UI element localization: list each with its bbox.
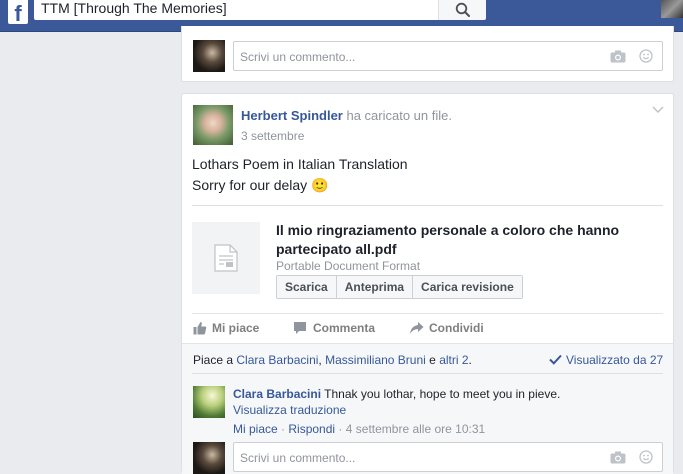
likes-sep1: ,	[318, 353, 322, 367]
post-action: ha caricato un file.	[346, 108, 452, 123]
attachment-divider	[192, 205, 663, 206]
search-icon	[455, 2, 470, 17]
commenter-avatar[interactable]	[193, 40, 225, 72]
chevron-down-icon[interactable]	[652, 106, 664, 114]
likes-end: .	[468, 353, 472, 367]
document-icon	[214, 244, 238, 272]
facebook-logo[interactable]: f	[8, 0, 28, 24]
comment-time[interactable]: 4 settembre alle ore 10:31	[346, 422, 485, 436]
search-button[interactable]	[438, 0, 486, 20]
liker-link-2[interactable]: Massimiliano Bruni	[325, 353, 426, 367]
comment-input[interactable]: Scrivi un commento...	[233, 41, 663, 71]
comment-like-link[interactable]: Mi piace	[233, 422, 278, 436]
speech-bubble-icon	[294, 322, 306, 334]
thumbs-up-icon	[193, 322, 207, 335]
smiley-icon[interactable]	[639, 49, 653, 63]
comment-dot-2: ·	[338, 422, 343, 436]
comment-dot-1: ·	[281, 422, 286, 436]
smiley-icon[interactable]	[639, 450, 653, 464]
smile-emoji-icon: 🙂	[311, 177, 329, 193]
comment-author-avatar[interactable]	[193, 386, 225, 418]
comment-placeholder: Scrivi un commento...	[240, 50, 356, 64]
file-title[interactable]: Il mio ringraziamento personale a coloro…	[276, 221, 656, 259]
social-section: Piace a Clara Barbacini, Massimiliano Br…	[182, 343, 673, 474]
like-label: Mi piace	[212, 321, 260, 335]
checkmark-icon	[549, 354, 562, 365]
upload-revision-button[interactable]: Carica revisione	[413, 276, 522, 298]
author-avatar[interactable]	[193, 105, 233, 145]
seen-label: Visualizzato da 27	[566, 353, 664, 367]
previous-post-card: Scrivi un commento...	[181, 26, 674, 82]
post-text-line2: Sorry for our delay 🙂	[192, 175, 329, 195]
likes-sep2: e	[429, 353, 436, 367]
comment-author[interactable]: Clara Barbacini	[233, 387, 321, 401]
camera-icon[interactable]	[610, 50, 626, 63]
liker-link-others[interactable]: altri 2	[439, 353, 468, 367]
comment-reply-link[interactable]: Rispondi	[288, 422, 335, 436]
comment-label: Commenta	[313, 321, 376, 335]
file-thumbnail[interactable]	[192, 222, 260, 294]
actions-divider	[192, 313, 663, 314]
file-type: Portable Document Format	[276, 259, 421, 273]
author-name[interactable]: Herbert Spindler	[241, 108, 343, 123]
commenter-avatar-bottom[interactable]	[193, 442, 225, 474]
profile-avatar[interactable]	[661, 0, 683, 18]
liker-link-1[interactable]: Clara Barbacini	[236, 353, 318, 367]
translate-link[interactable]: Visualizza traduzione	[233, 403, 346, 417]
post-date[interactable]: 3 settembre	[241, 129, 304, 143]
search-input[interactable]: TTM [Through The Memories]	[34, 0, 438, 20]
post-header: Herbert Spindler ha caricato un file.	[241, 108, 452, 123]
camera-icon[interactable]	[610, 451, 626, 464]
comment-body: Clara Barbacini Thnak you lothar, hope t…	[233, 386, 653, 418]
comment-text: Thnak you lothar, hope to meet you in pi…	[324, 387, 561, 401]
social-divider	[192, 373, 663, 374]
preview-button[interactable]: Anteprima	[336, 276, 414, 298]
post-text-line2-text: Sorry for our delay	[192, 177, 308, 193]
comment-input-bottom[interactable]: Scrivi un commento...	[233, 442, 663, 472]
seen-by[interactable]: Visualizzato da 27	[549, 353, 663, 367]
share-arrow-icon	[410, 322, 424, 334]
comment-meta: Mi piace · Rispondi · 4 settembre alle o…	[233, 422, 485, 436]
likes-summary: Piace a Clara Barbacini, Massimiliano Br…	[193, 353, 472, 367]
share-label: Condividi	[429, 321, 484, 335]
file-button-group: Scarica Anteprima Carica revisione	[276, 275, 523, 299]
post-card: Herbert Spindler ha caricato un file. 3 …	[181, 93, 674, 474]
likes-prefix: Piace a	[193, 353, 234, 367]
download-button[interactable]: Scarica	[277, 276, 337, 298]
post-text-line1: Lothars Poem in Italian Translation	[192, 156, 408, 172]
